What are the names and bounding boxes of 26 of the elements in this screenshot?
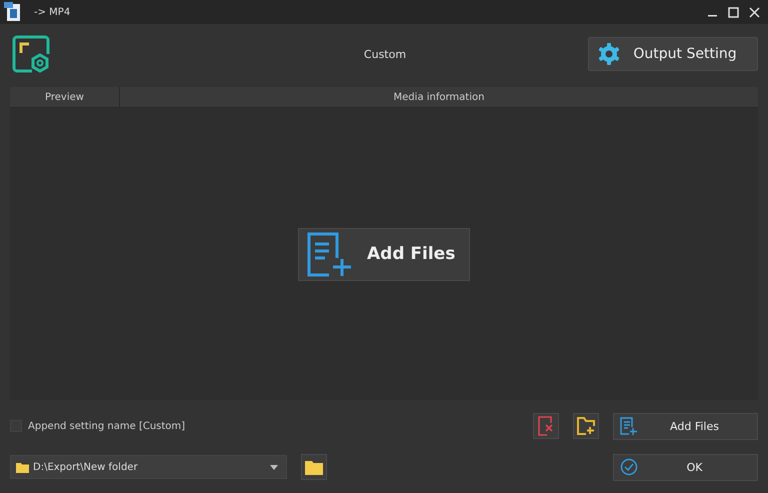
checkbox-label: Append setting name [Custom] (28, 420, 186, 432)
add-folder-button[interactable] (573, 413, 599, 439)
add-files-button[interactable]: Add Files (298, 228, 470, 280)
window-title: -> MP4 (34, 6, 70, 18)
output-folder-dropdown[interactable]: D:\Export\New folder (10, 455, 287, 479)
folder-add-icon (577, 417, 595, 435)
settings-icon (597, 42, 621, 66)
ok-button[interactable]: OK (613, 454, 758, 480)
maximize-icon[interactable] (728, 6, 739, 18)
add-files-button[interactable]: Add Files (613, 412, 758, 440)
column-header: Preview (10, 87, 120, 107)
profile-gear-icon (12, 35, 50, 73)
folder-icon (305, 460, 323, 474)
profile-name: Custom (364, 48, 406, 60)
document-icon (4, 2, 22, 22)
file-remove-icon (538, 416, 554, 436)
column-header: Media information (392, 90, 486, 104)
add-file-icon (305, 231, 353, 277)
close-icon[interactable] (749, 6, 760, 18)
browse-folder-button[interactable] (301, 454, 327, 480)
check-circle-icon (620, 458, 638, 476)
folder-icon (16, 462, 29, 472)
output-setting-button[interactable]: Output Setting (588, 37, 758, 71)
remove-file-button[interactable] (533, 413, 559, 439)
add-file-icon (620, 417, 638, 435)
caret-icon (270, 464, 278, 470)
